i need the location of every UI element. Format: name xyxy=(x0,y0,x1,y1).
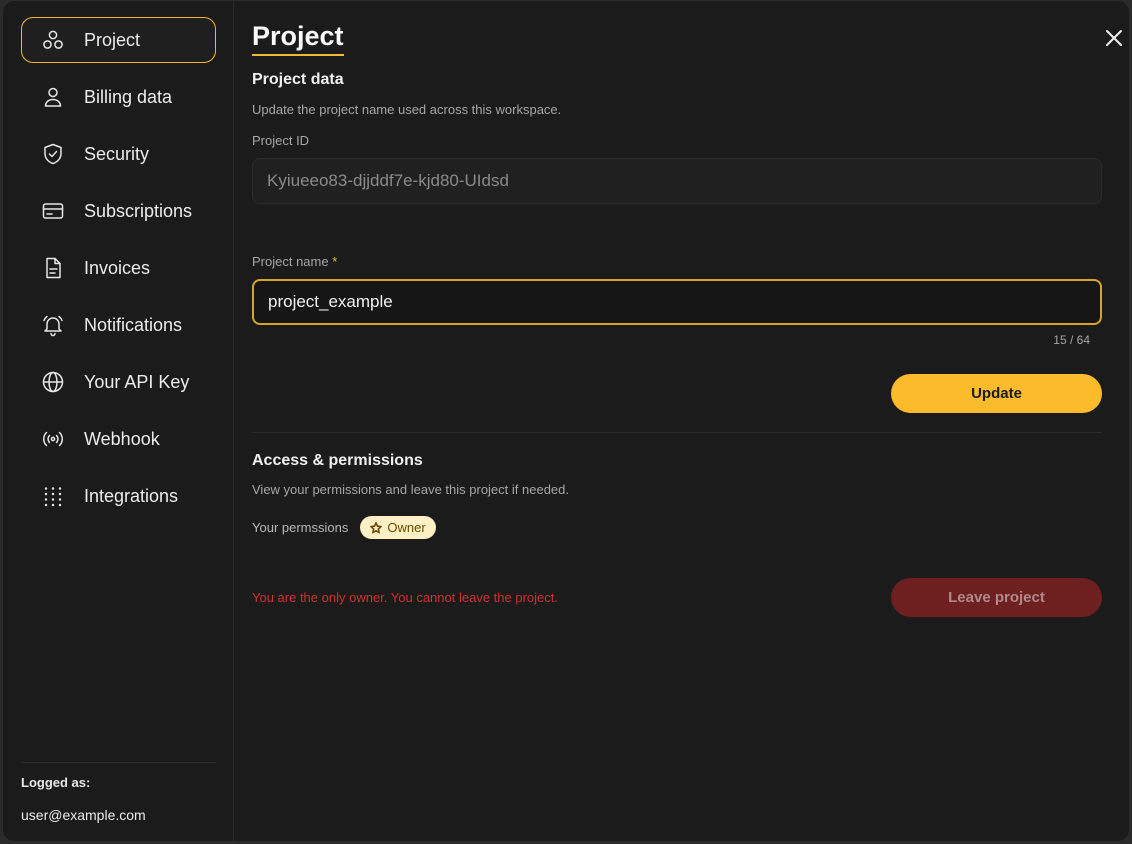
leave-project-button[interactable]: Leave project xyxy=(891,578,1102,617)
settings-modal: Project Billing data Security Subscripti… xyxy=(2,0,1130,842)
project-name-input[interactable]: project_example xyxy=(252,279,1102,325)
document-icon xyxy=(40,255,66,281)
project-id-value: Kyiueeo83-djjddf7e-kjd80-UIdsd xyxy=(267,171,509,190)
project-name-value: project_example xyxy=(268,292,393,311)
character-counter: 15 / 64 xyxy=(1053,333,1090,347)
sidebar-item-integrations[interactable]: Integrations xyxy=(21,473,216,519)
owner-badge: Owner xyxy=(360,516,436,539)
project-name-label-text: Project name xyxy=(252,254,329,269)
sidebar-item-label: Webhook xyxy=(84,428,160,449)
sidebar-item-label: Invoices xyxy=(84,257,151,278)
sidebar-item-label: Security xyxy=(84,143,150,164)
sidebar-item-project[interactable]: Project xyxy=(21,17,216,63)
logged-as-label: Logged as: xyxy=(21,775,91,790)
sidebar-item-subscriptions[interactable]: Subscriptions xyxy=(21,188,216,234)
shield-check-icon xyxy=(40,141,66,167)
bell-icon xyxy=(40,312,66,338)
sidebar-item-invoices[interactable]: Invoices xyxy=(21,245,216,291)
project-id-field: Kyiueeo83-djjddf7e-kjd80-UIdsd xyxy=(252,158,1102,204)
sidebar-item-security[interactable]: Security xyxy=(21,131,216,177)
required-mark: * xyxy=(332,254,338,269)
sidebar-item-label: Integrations xyxy=(84,485,179,506)
update-button[interactable]: Update xyxy=(891,374,1102,413)
project-id-label: Project ID xyxy=(252,133,310,148)
sidebar-item-label: Billing data xyxy=(84,86,173,107)
sidebar-nav: Project Billing data Security Subscripti… xyxy=(21,17,216,530)
page-title: Project xyxy=(252,21,344,56)
close-icon xyxy=(1106,30,1122,46)
sidebar-item-notifications[interactable]: Notifications xyxy=(21,302,216,348)
permissions-label: Your permssions xyxy=(252,520,349,535)
main-content: Project Project data Update the project … xyxy=(252,1,1122,841)
grid-dots-icon xyxy=(40,483,66,509)
permissions-row: Your permssions Owner xyxy=(252,516,436,539)
project-name-label: Project name * xyxy=(252,254,337,269)
sidebar-item-api-key[interactable]: Your API Key xyxy=(21,359,216,405)
star-icon xyxy=(370,521,383,534)
project-data-title: Project data xyxy=(252,71,344,88)
logged-user-info: Logged as: user@example.com xyxy=(21,762,216,823)
close-button[interactable] xyxy=(1104,28,1126,50)
broadcast-icon xyxy=(40,426,66,452)
sidebar: Project Billing data Security Subscripti… xyxy=(3,1,234,841)
access-permissions-title: Access & permissions xyxy=(252,452,423,469)
sidebar-item-label: Your API Key xyxy=(84,371,190,392)
project-data-description: Update the project name used across this… xyxy=(252,102,562,117)
credit-card-icon xyxy=(40,198,66,224)
leave-error-message: You are the only owner. You cannot leave… xyxy=(252,590,558,605)
sidebar-divider xyxy=(21,762,216,763)
section-divider xyxy=(252,432,1102,433)
globe-icon xyxy=(40,369,66,395)
sidebar-item-label: Subscriptions xyxy=(84,200,193,221)
access-permissions-description: View your permissions and leave this pro… xyxy=(252,482,569,497)
circles-icon xyxy=(40,27,66,53)
sidebar-item-label: Notifications xyxy=(84,314,183,335)
sidebar-item-label: Project xyxy=(84,29,141,50)
owner-badge-label: Owner xyxy=(387,520,426,535)
sidebar-item-billing-data[interactable]: Billing data xyxy=(21,74,216,120)
logged-email: user@example.com xyxy=(21,807,146,823)
sidebar-item-webhook[interactable]: Webhook xyxy=(21,416,216,462)
user-icon xyxy=(40,84,66,110)
